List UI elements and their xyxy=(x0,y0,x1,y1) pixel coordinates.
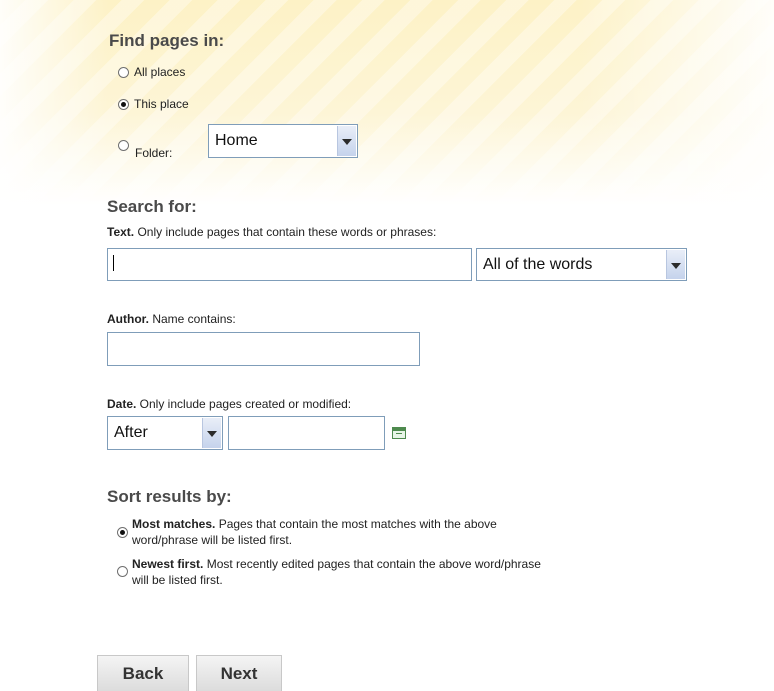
text-label-strong: Text. xyxy=(107,225,135,239)
next-button[interactable]: Next xyxy=(196,655,282,691)
date-label-rest: Only include pages created or modified: xyxy=(136,397,352,411)
most-matches-label: Most matches. Pages that contain the mos… xyxy=(132,516,497,548)
most-matches-strong: Most matches. xyxy=(132,517,216,531)
radio-all-places-label: All places xyxy=(134,65,186,79)
search-for-title: Search for: xyxy=(107,197,197,216)
text-cursor xyxy=(113,255,114,271)
newest-first-line2: will be listed first. xyxy=(132,573,223,587)
author-label-rest: Name contains: xyxy=(149,312,236,326)
folder-select-value: Home xyxy=(215,132,258,149)
radio-this-place-label: This place xyxy=(134,97,189,111)
date-label: Date. Only include pages created or modi… xyxy=(107,397,351,411)
date-label-strong: Date. xyxy=(107,397,137,411)
folder-select[interactable]: Home xyxy=(208,124,358,158)
match-mode-value: All of the words xyxy=(483,255,593,273)
author-label: Author. Name contains: xyxy=(107,312,236,326)
match-mode-select[interactable]: All of the words xyxy=(476,248,687,281)
most-matches-line2: word/phrase will be listed first. xyxy=(132,533,293,547)
radio-folder[interactable] xyxy=(118,140,129,151)
radio-all-places[interactable] xyxy=(118,67,129,78)
newest-first-label: Newest first. Most recently edited pages… xyxy=(132,556,541,588)
text-search-input[interactable] xyxy=(107,248,472,281)
date-mode-select[interactable]: After xyxy=(107,416,223,450)
sort-title: Sort results by: xyxy=(107,487,232,506)
newest-first-rest: Most recently edited pages that contain … xyxy=(203,557,541,571)
chevron-down-icon xyxy=(202,418,221,448)
radio-this-place[interactable] xyxy=(118,99,129,110)
text-label: Text. Only include pages that contain th… xyxy=(107,225,436,239)
back-button[interactable]: Back xyxy=(97,655,189,691)
find-pages-title: Find pages in: xyxy=(109,31,225,50)
radio-newest-first[interactable] xyxy=(117,566,128,577)
date-input[interactable] xyxy=(228,416,385,450)
newest-first-strong: Newest first. xyxy=(132,557,204,571)
author-label-strong: Author. xyxy=(107,312,149,326)
author-input[interactable] xyxy=(107,332,420,366)
radio-folder-label: Folder: xyxy=(135,146,173,160)
date-mode-value: After xyxy=(114,424,148,441)
chevron-down-icon xyxy=(666,250,685,279)
most-matches-rest: Pages that contain the most matches with… xyxy=(215,517,497,531)
calendar-icon[interactable] xyxy=(392,427,406,439)
radio-most-matches[interactable] xyxy=(117,527,128,538)
chevron-down-icon xyxy=(337,126,356,156)
search-form: Find pages in: All places This place Fol… xyxy=(0,0,774,691)
text-label-rest: Only include pages that contain these wo… xyxy=(134,225,437,239)
